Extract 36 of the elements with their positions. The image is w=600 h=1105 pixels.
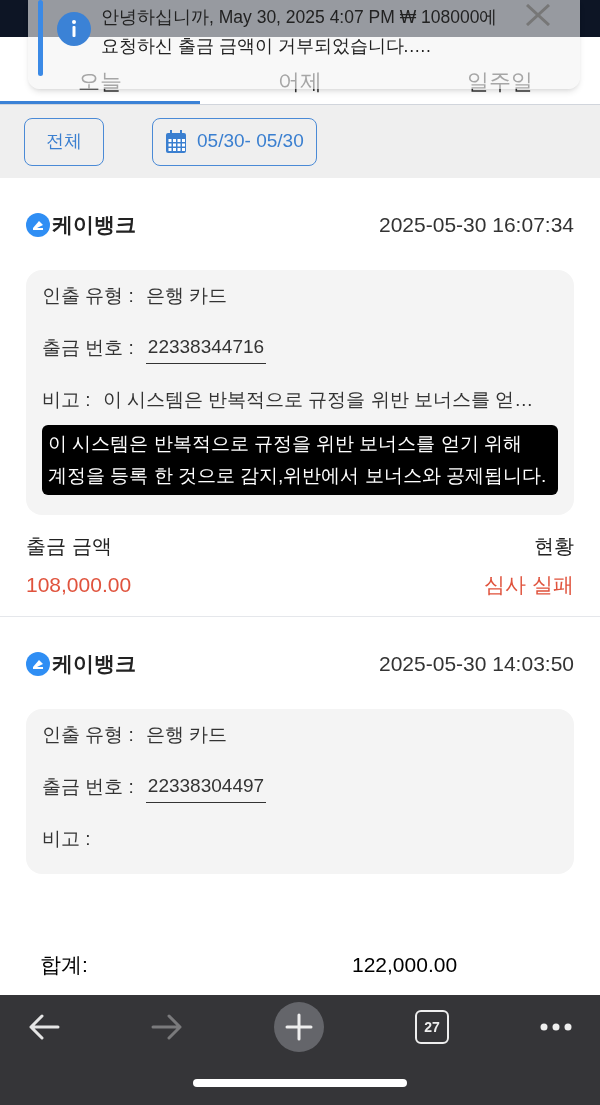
forward-arrow-icon[interactable] xyxy=(151,1013,183,1041)
date-tab[interactable]: 일주일 xyxy=(400,62,600,104)
field-label: 출금 번호 : xyxy=(42,336,134,360)
remark-tooltip: 이 시스템은 반복적으로 규정을 위반 보너스를 얻기 위해 계정을 등록 한 것으로 감지,위반에서 보너스와 공제됩니다. xyxy=(42,424,558,495)
notification-message: 안녕하십니까, May 30, 2025 4:07 PM ₩ 108000에 요청하신 출금 금액이 거부되었습니다.…. xyxy=(101,6,499,58)
field-label: 출금 번호 : xyxy=(42,775,134,799)
status-value: 심사 실패 xyxy=(484,571,574,598)
new-tab-plus-icon[interactable] xyxy=(274,1002,324,1052)
field-label: 비고 : xyxy=(42,388,91,412)
field-label: 인출 유형 : xyxy=(42,723,134,747)
record-datetime: 2025-05-30 14:03:50 xyxy=(379,651,574,678)
total-label: 합계: xyxy=(40,952,89,979)
bank-name: 케이뱅크 xyxy=(52,651,136,678)
bank-logo-icon xyxy=(26,213,50,237)
record-datetime: 2025-05-30 16:07:34 xyxy=(379,212,574,239)
calendar-icon xyxy=(165,129,187,154)
amount-value: 108,000.00 xyxy=(26,571,132,598)
field-value: 22338304497 xyxy=(145,771,267,803)
bank-name: 케이뱅크 xyxy=(52,212,136,239)
total-value: 122,000.00 xyxy=(352,952,458,979)
field-value: 은행 카드 xyxy=(145,723,228,747)
status-label: 현황 xyxy=(534,533,574,559)
bank-logo-icon xyxy=(26,652,50,676)
field-label: 비고 : xyxy=(42,827,91,851)
field-value: 22338344716 xyxy=(145,332,267,364)
field-label: 인출 유형 : xyxy=(42,284,134,308)
more-options-icon[interactable] xyxy=(540,1023,572,1031)
field-value: 이 시스템은 반복적으로 규정을 위반 보너스를 얻… xyxy=(102,388,534,412)
date-tab[interactable]: 어제 xyxy=(200,62,400,104)
all-filter-button[interactable]: 전체 xyxy=(24,117,104,166)
field-value: 은행 카드 xyxy=(145,284,228,308)
info-icon xyxy=(57,12,91,46)
date-range-button[interactable]: 05/30- 05/30 xyxy=(152,117,317,166)
back-arrow-icon[interactable] xyxy=(28,1013,60,1041)
tab-count-button[interactable]: 27 xyxy=(415,1010,449,1044)
amount-label: 출금 금액 xyxy=(26,533,113,559)
